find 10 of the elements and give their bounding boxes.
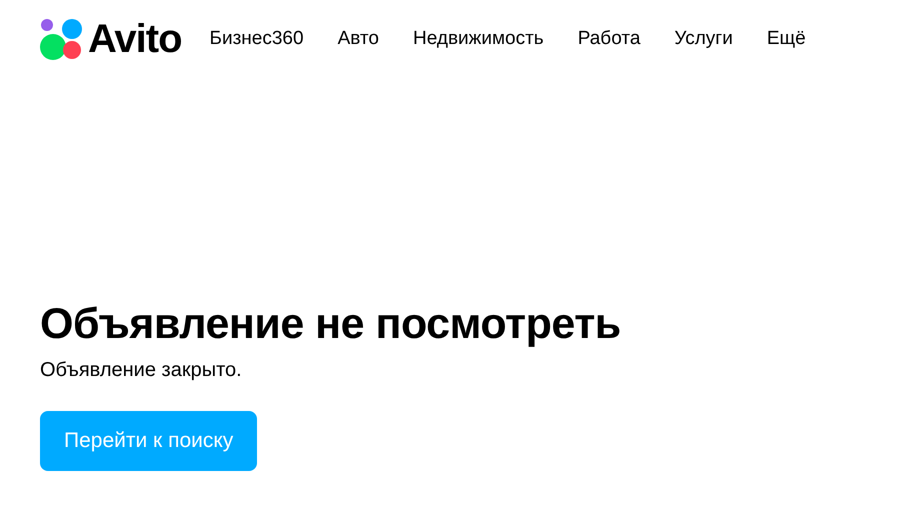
status-message: Объявление закрыто. xyxy=(40,358,242,383)
page-heading: Объявление не посмотреть xyxy=(40,299,621,350)
nav-link[interactable]: Бизнес360 xyxy=(210,28,304,50)
logo-icon xyxy=(40,18,84,60)
logo-text: Avito xyxy=(88,19,182,59)
nav-link[interactable]: Услуги xyxy=(674,28,733,50)
nav-link[interactable]: Ещё xyxy=(766,28,806,50)
nav-link[interactable]: Недвижимость xyxy=(412,28,544,50)
nav-link[interactable]: Работа xyxy=(578,28,640,50)
nav-link[interactable]: Авто xyxy=(338,28,379,50)
